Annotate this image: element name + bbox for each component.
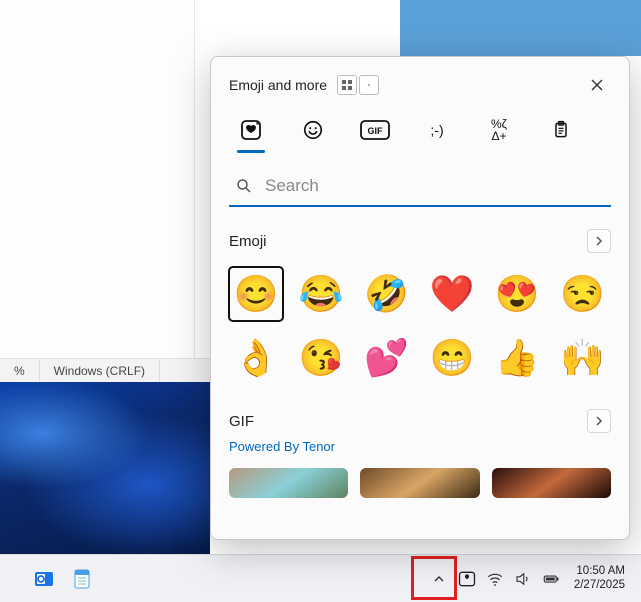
picker-tabs: GIF ;-) %ζΔ+ bbox=[229, 115, 611, 145]
taskbar-time: 10:50 AM bbox=[574, 565, 625, 579]
gif-icon: GIF bbox=[360, 120, 390, 140]
chevron-right-icon bbox=[594, 416, 604, 426]
clipboard-icon bbox=[551, 119, 571, 141]
svg-text:GIF: GIF bbox=[368, 126, 384, 136]
tab-gif[interactable]: GIF bbox=[355, 115, 395, 145]
taskbar-app-outlook[interactable] bbox=[30, 565, 58, 593]
close-icon bbox=[590, 78, 604, 92]
smiley-icon bbox=[302, 119, 324, 141]
emoji-cell[interactable]: 😁 bbox=[425, 331, 479, 385]
statusbar-zoom: % bbox=[0, 360, 40, 382]
tab-clipboard[interactable] bbox=[541, 115, 581, 145]
emoji-cell[interactable]: 💕 bbox=[360, 331, 414, 385]
tab-kaomoji[interactable]: ;-) bbox=[417, 115, 457, 145]
gif-thumbnail[interactable] bbox=[229, 468, 348, 498]
gif-section: GIF Powered By Tenor bbox=[229, 409, 611, 498]
powered-by-tenor-link[interactable]: Powered By Tenor bbox=[229, 439, 611, 454]
emoji-cell[interactable]: ❤️ bbox=[425, 267, 479, 321]
emoji-expand-button[interactable] bbox=[587, 229, 611, 253]
desktop-wallpaper bbox=[0, 382, 210, 554]
kaomoji-icon: ;-) bbox=[430, 122, 443, 138]
search-input[interactable] bbox=[229, 167, 611, 205]
tray-battery-icon[interactable] bbox=[540, 564, 562, 594]
taskbar-app-notepad[interactable] bbox=[68, 565, 96, 593]
taskbar: 10:50 AM 2/27/2025 bbox=[0, 554, 641, 602]
emoji-cell[interactable]: 🙌 bbox=[556, 331, 610, 385]
emoji-cell[interactable]: 👌 bbox=[229, 331, 283, 385]
gif-expand-button[interactable] bbox=[587, 409, 611, 433]
statusbar-lineending: Windows (CRLF) bbox=[40, 360, 160, 382]
tab-emoji[interactable] bbox=[293, 115, 333, 145]
emoji-section-title: Emoji bbox=[229, 233, 267, 250]
emoji-cell[interactable]: 😒 bbox=[556, 267, 610, 321]
gif-thumbnail[interactable] bbox=[492, 468, 611, 498]
tray-wifi-icon[interactable] bbox=[484, 564, 506, 594]
chevron-right-icon bbox=[594, 236, 604, 246]
tab-symbols[interactable]: %ζΔ+ bbox=[479, 115, 519, 145]
heart-sticker-icon bbox=[239, 118, 263, 142]
emoji-grid: 😊 😂 🤣 ❤️ 😍 😒 👌 😘 💕 😁 👍 🙌 bbox=[229, 267, 611, 385]
notepad-statusbar: % Windows (CRLF) bbox=[0, 358, 210, 382]
tray-volume-icon[interactable] bbox=[512, 564, 534, 594]
background-accent bbox=[400, 0, 641, 56]
close-button[interactable] bbox=[583, 71, 611, 99]
emoji-cell[interactable]: 😍 bbox=[490, 267, 544, 321]
emoji-cell[interactable]: 🤣 bbox=[360, 267, 414, 321]
gif-section-title: GIF bbox=[229, 413, 254, 430]
tray-emoji-button[interactable] bbox=[456, 564, 478, 594]
view-grid-button[interactable] bbox=[337, 75, 357, 95]
emoji-cell[interactable]: 👍 bbox=[490, 331, 544, 385]
emoji-picker-panel: Emoji and more GIF ;-) %ζΔ+ bbox=[210, 56, 630, 540]
taskbar-date: 2/27/2025 bbox=[574, 579, 625, 593]
emoji-cell[interactable]: 😘 bbox=[294, 331, 348, 385]
picker-title: Emoji and more bbox=[229, 77, 327, 93]
taskbar-clock[interactable]: 10:50 AM 2/27/2025 bbox=[568, 565, 631, 593]
view-compact-button[interactable] bbox=[359, 75, 379, 95]
picker-view-toggles bbox=[337, 75, 379, 95]
tray-chevron-up-icon[interactable] bbox=[428, 564, 450, 594]
search-icon bbox=[235, 177, 253, 195]
symbols-icon: %ζΔ+ bbox=[491, 118, 507, 142]
emoji-cell[interactable]: 😂 bbox=[294, 267, 348, 321]
emoji-section: Emoji 😊 😂 🤣 ❤️ 😍 😒 👌 😘 💕 😁 👍 🙌 bbox=[229, 229, 611, 385]
tab-recent[interactable] bbox=[231, 115, 271, 145]
gif-thumbnails bbox=[229, 468, 611, 498]
emoji-cell[interactable]: 😊 bbox=[229, 267, 283, 321]
background-window bbox=[0, 0, 195, 380]
gif-thumbnail[interactable] bbox=[360, 468, 479, 498]
search-field-wrap bbox=[229, 167, 611, 207]
